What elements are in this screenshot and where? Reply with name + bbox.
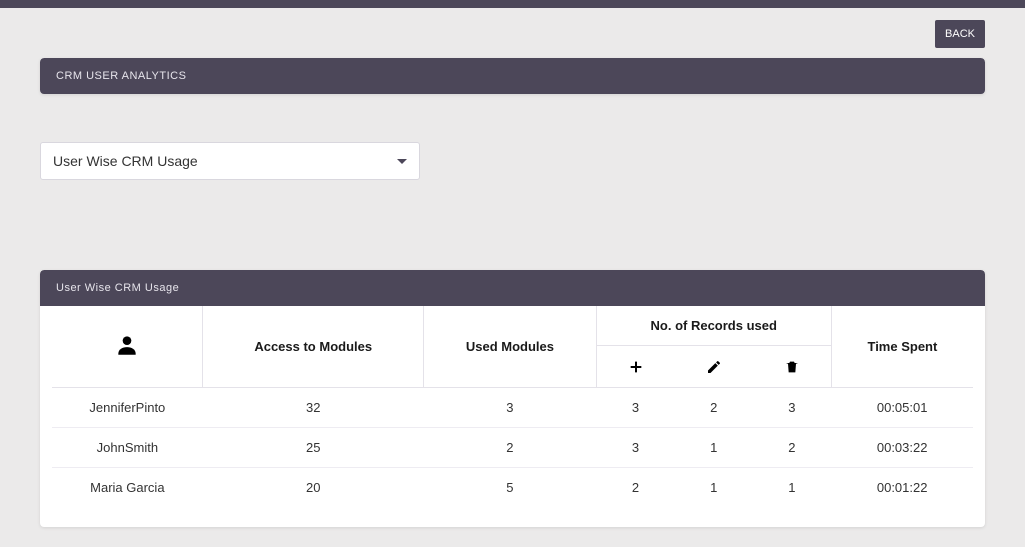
analytics-header-panel: CRM USER ANALYTICS	[40, 58, 985, 94]
cell-added: 3	[596, 427, 675, 467]
col-records-group: No. of Records used	[596, 306, 831, 346]
cell-time: 00:03:22	[831, 427, 973, 467]
cell-added: 2	[596, 467, 675, 507]
cell-access: 25	[203, 427, 424, 467]
trash-icon	[784, 359, 800, 375]
col-time-spent: Time Spent	[831, 306, 973, 387]
table-row: Maria Garcia 20 5 2 1 1 00:01:22	[52, 467, 973, 507]
cell-edited: 1	[675, 427, 753, 467]
cell-time: 00:05:01	[831, 387, 973, 427]
col-access-modules: Access to Modules	[203, 306, 424, 387]
back-button[interactable]: BACK	[935, 20, 985, 48]
cell-time: 00:01:22	[831, 467, 973, 507]
cell-access: 20	[203, 467, 424, 507]
table-wrap: Access to Modules Used Modules No. of Re…	[40, 306, 985, 527]
cell-deleted: 3	[753, 387, 832, 427]
window-top-bar	[0, 0, 1025, 8]
pencil-icon	[706, 359, 722, 375]
cell-access: 32	[203, 387, 424, 427]
usage-table-panel: User Wise CRM Usage Access t	[40, 270, 985, 527]
cell-name: JohnSmith	[52, 427, 203, 467]
spacer	[40, 180, 985, 270]
cell-edited: 2	[675, 387, 753, 427]
col-records-deleted	[753, 346, 832, 388]
col-used-modules: Used Modules	[424, 306, 596, 387]
cell-used: 5	[424, 467, 596, 507]
dropdown-selected-label: User Wise CRM Usage	[53, 153, 198, 169]
cell-used: 3	[424, 387, 596, 427]
usage-table-title: User Wise CRM Usage	[40, 270, 985, 306]
analytics-header-title: CRM USER ANALYTICS	[40, 58, 985, 94]
back-row: BACK	[40, 20, 985, 48]
cell-edited: 1	[675, 467, 753, 507]
col-records-edited	[675, 346, 753, 388]
usage-table: Access to Modules Used Modules No. of Re…	[52, 306, 973, 507]
cell-name: Maria Garcia	[52, 467, 203, 507]
cell-deleted: 2	[753, 427, 832, 467]
table-row: JohnSmith 25 2 3 1 2 00:03:22	[52, 427, 973, 467]
chevron-down-icon	[397, 159, 407, 164]
report-type-dropdown[interactable]: User Wise CRM Usage	[40, 142, 420, 180]
col-user	[52, 306, 203, 387]
table-row: JenniferPinto 32 3 3 2 3 00:05:01	[52, 387, 973, 427]
person-icon	[114, 332, 140, 358]
col-records-added	[596, 346, 675, 388]
cell-used: 2	[424, 427, 596, 467]
dropdown-section: User Wise CRM Usage	[40, 94, 985, 180]
plus-icon	[628, 359, 644, 375]
content-area: BACK CRM USER ANALYTICS User Wise CRM Us…	[0, 8, 1025, 547]
cell-deleted: 1	[753, 467, 832, 507]
cell-added: 3	[596, 387, 675, 427]
cell-name: JenniferPinto	[52, 387, 203, 427]
